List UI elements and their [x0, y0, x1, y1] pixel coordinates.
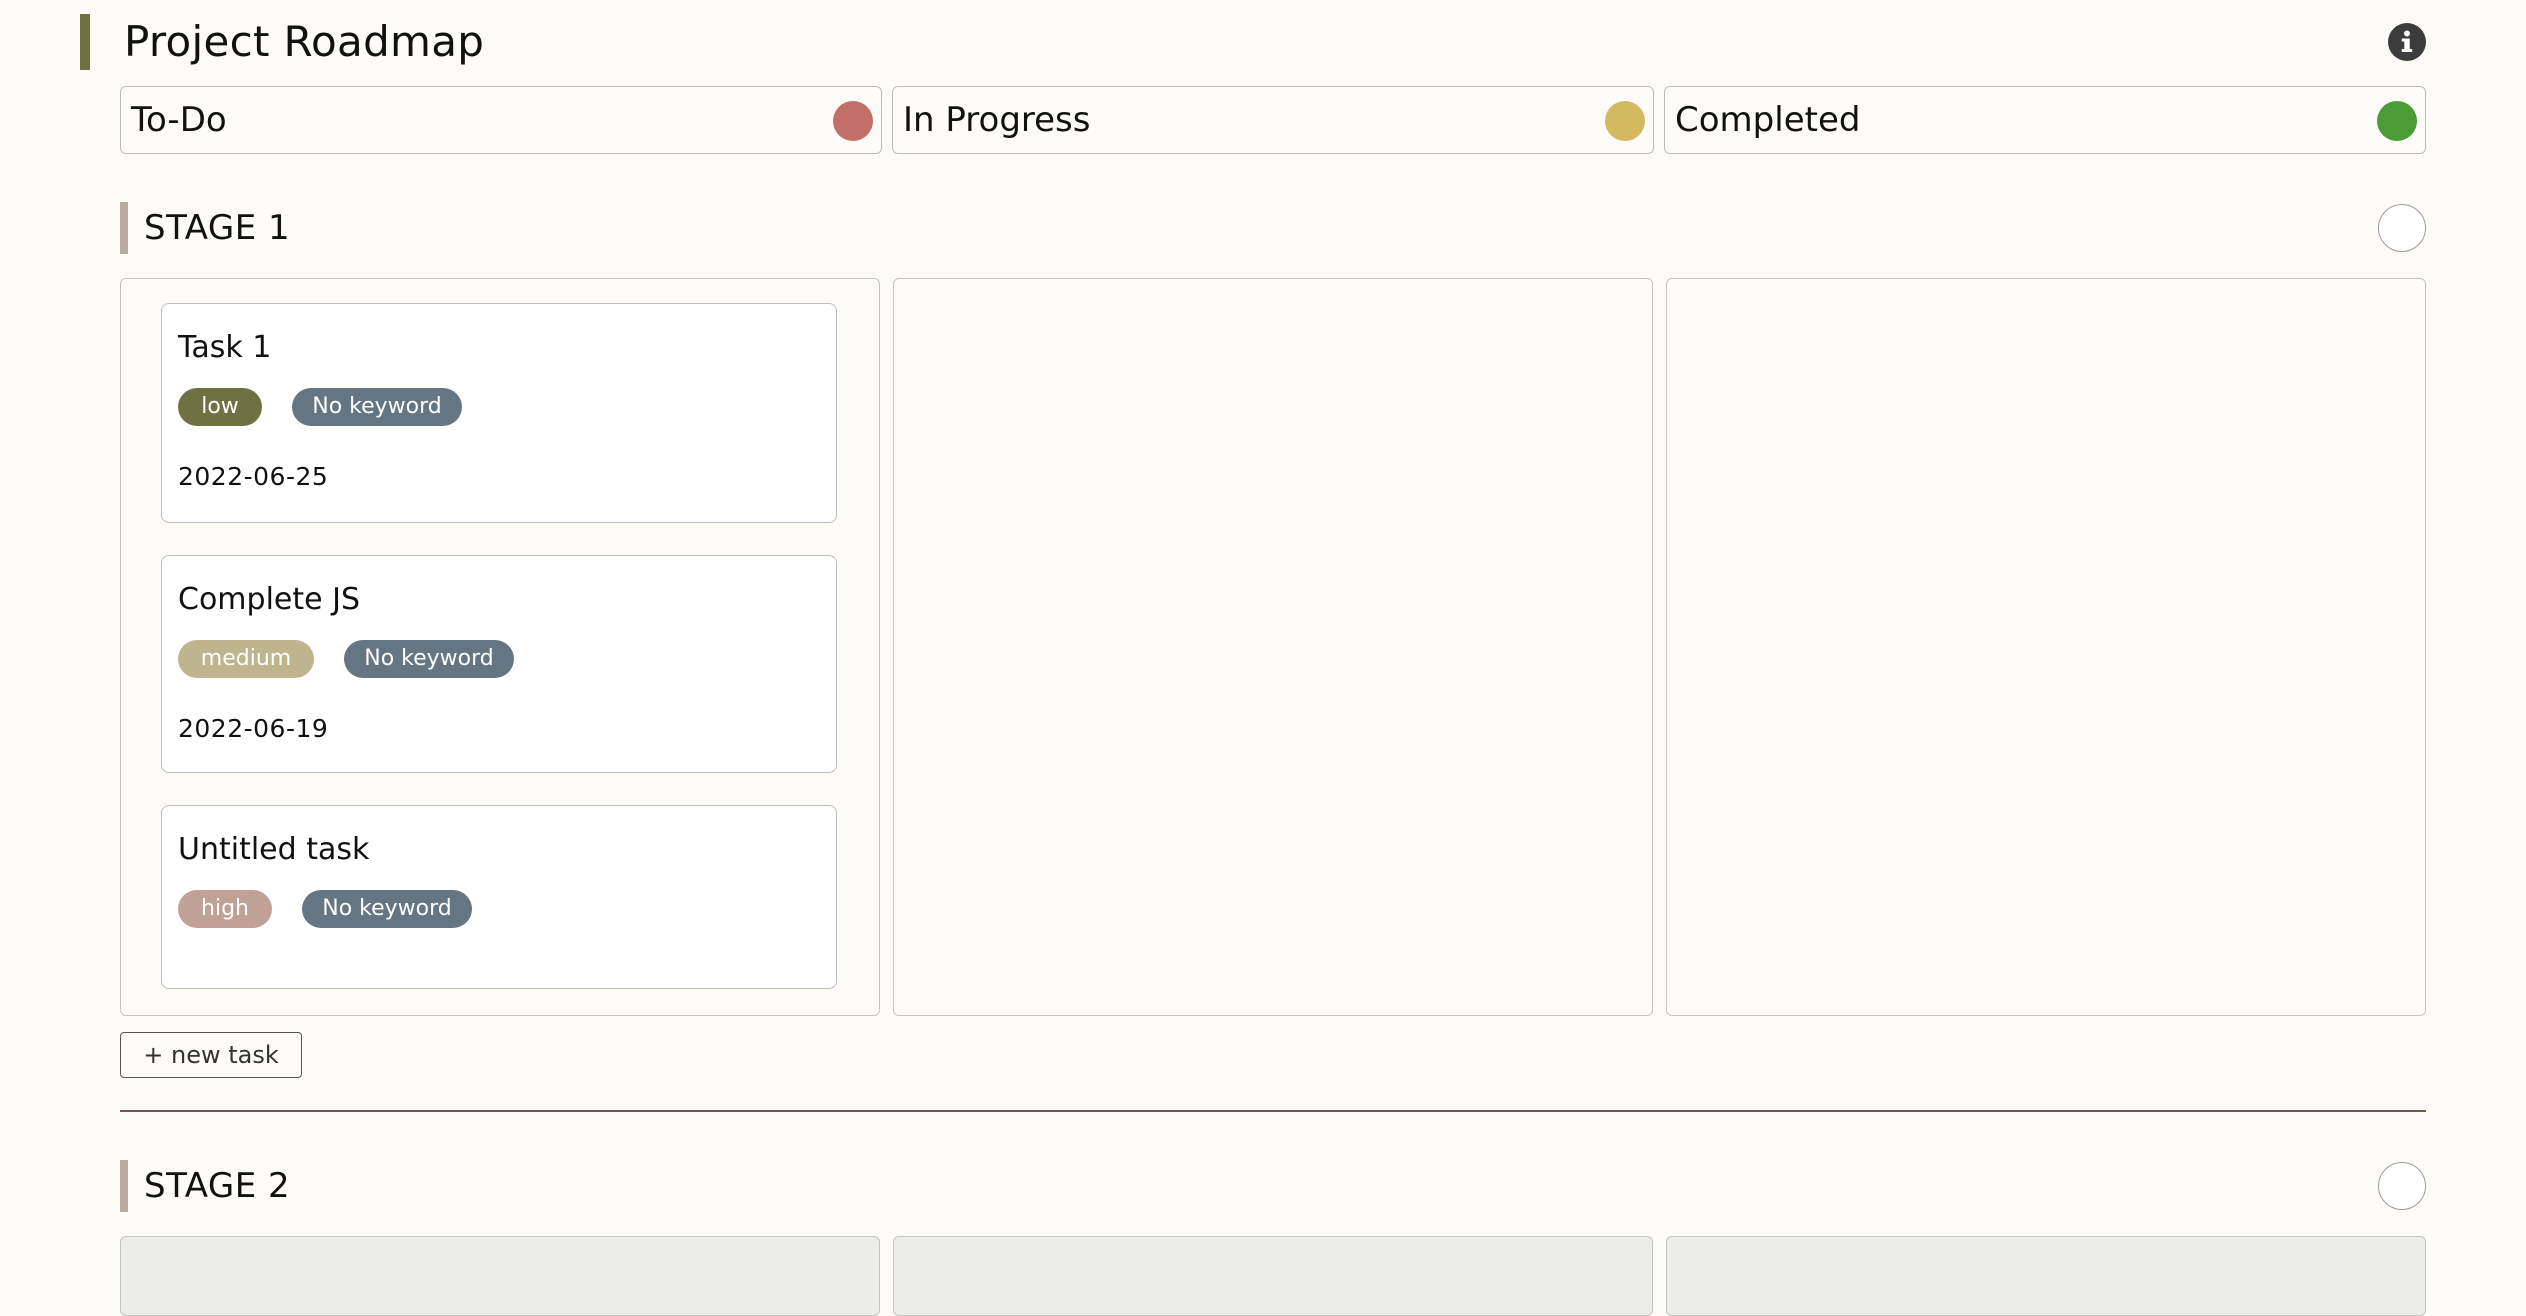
title-accent-bar [80, 14, 90, 70]
task-title: Task 1 [178, 330, 272, 365]
task-card[interactable]: Untitled task high No keyword [161, 805, 837, 989]
stage-title: STAGE 2 [144, 1166, 291, 1206]
stage-complete-toggle[interactable] [2378, 204, 2426, 252]
stage-2-column-completed[interactable] [1666, 1236, 2426, 1316]
page-title: Project Roadmap [124, 17, 485, 66]
task-card[interactable]: Task 1 low No keyword 2022-06-25 [161, 303, 837, 523]
stage-accent-bar [120, 1160, 128, 1212]
info-icon[interactable] [2388, 23, 2426, 61]
app-header: Project Roadmap [80, 14, 2426, 70]
status-column-todo: To-Do [120, 86, 882, 154]
priority-tag: low [178, 388, 262, 426]
task-date: 2022-06-25 [178, 462, 329, 491]
stage-divider [120, 1110, 2426, 1112]
task-title: Untitled task [178, 832, 370, 867]
status-dot-in-progress [1605, 101, 1645, 141]
task-date: 2022-06-19 [178, 714, 329, 743]
task-title: Complete JS [178, 582, 361, 617]
stage-2-column-todo[interactable] [120, 1236, 880, 1316]
status-columns-header: To-Do In Progress Completed [120, 86, 2426, 154]
stage-2-header: STAGE 2 [120, 1160, 2426, 1212]
task-card[interactable]: Complete JS medium No keyword 2022-06-19 [161, 555, 837, 773]
keyword-tag: No keyword [344, 640, 514, 678]
status-column-in-progress: In Progress [892, 86, 1654, 154]
keyword-tag: No keyword [292, 388, 462, 426]
status-column-completed: Completed [1664, 86, 2426, 154]
stage-1-column-completed[interactable] [1666, 278, 2426, 1016]
stage-1-column-todo[interactable]: Task 1 low No keyword 2022-06-25 Complet… [120, 278, 880, 1016]
stage-accent-bar [120, 202, 128, 254]
priority-tag: medium [178, 640, 314, 678]
status-label: Completed [1675, 100, 1861, 140]
new-task-button[interactable]: + new task [120, 1032, 302, 1078]
status-dot-todo [833, 101, 873, 141]
status-label: In Progress [903, 100, 1091, 140]
stage-title: STAGE 1 [144, 208, 291, 248]
priority-tag: high [178, 890, 272, 928]
stage-2-column-in-progress[interactable] [893, 1236, 1653, 1316]
stage-complete-toggle[interactable] [2378, 1162, 2426, 1210]
status-dot-completed [2377, 101, 2417, 141]
stage-1-header: STAGE 1 [120, 202, 2426, 254]
stage-1-column-in-progress[interactable] [893, 278, 1653, 1016]
keyword-tag: No keyword [302, 890, 472, 928]
status-label: To-Do [131, 100, 227, 140]
